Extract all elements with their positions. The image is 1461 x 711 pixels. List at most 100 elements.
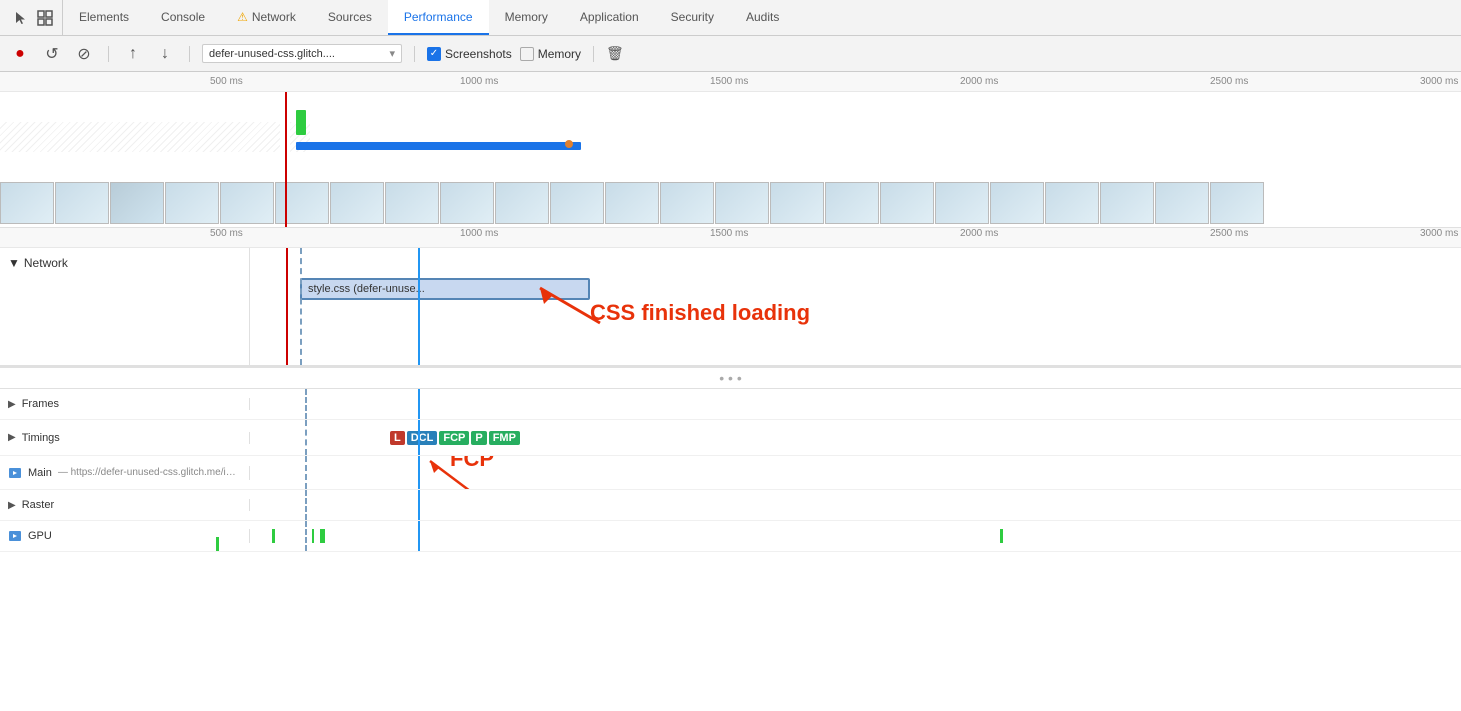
network-red-line xyxy=(286,248,288,365)
screenshots-label: Screenshots xyxy=(445,47,512,61)
badge-fmp[interactable]: FMP xyxy=(489,431,520,445)
tick-2500ms: 2500 ms xyxy=(1210,76,1248,87)
tab-console[interactable]: Console xyxy=(145,0,221,35)
frames-label[interactable]: ▶ Frames xyxy=(0,398,250,410)
track-timings: ▶ Timings L DCL FCP P FMP xyxy=(0,420,1461,456)
memory-checkbox[interactable] xyxy=(520,47,534,61)
css-annotation-text: CSS finished loading xyxy=(590,300,810,326)
tab-performance[interactable]: Performance xyxy=(388,0,489,35)
frames-expand-icon[interactable]: ▶ xyxy=(8,399,16,410)
gpu-tick-label xyxy=(216,537,219,551)
badge-fcp[interactable]: FCP xyxy=(439,431,469,445)
screenshots-checkbox-wrapper[interactable]: ✓ Screenshots xyxy=(427,47,512,61)
tab-audits[interactable]: Audits xyxy=(730,0,795,35)
gpu-tick-1 xyxy=(272,529,275,543)
cursor-icon[interactable] xyxy=(12,9,30,27)
raster-content xyxy=(250,490,1461,520)
download-button[interactable]: ↓ xyxy=(153,42,177,66)
main-dashed-line xyxy=(305,456,307,489)
clear-button[interactable]: 🗑 xyxy=(606,45,624,62)
memory-checkbox-wrapper[interactable]: Memory xyxy=(520,47,581,61)
raster-expand-icon[interactable]: ▶ xyxy=(8,500,16,511)
raster-label[interactable]: ▶ Raster xyxy=(0,499,250,511)
main-detail-text: — https://defer-unused-css.glitch.me/ind… xyxy=(58,467,241,478)
raster-dashed-line xyxy=(305,490,307,520)
dots-separator: • • • xyxy=(0,368,1461,389)
gpu-tick-3 xyxy=(320,529,325,543)
url-display[interactable]: defer-unused-css.glitch.... ▾ xyxy=(202,44,402,63)
timings-expand-icon[interactable]: ▶ xyxy=(8,432,16,443)
timings-blue-cursor xyxy=(418,420,420,455)
tab-elements[interactable]: Elements xyxy=(63,0,145,35)
tab-memory[interactable]: Memory xyxy=(489,0,564,35)
warning-icon: ⚠ xyxy=(237,10,248,24)
upload-button[interactable]: ↑ xyxy=(121,42,145,66)
network-section: ▼ Network style.css (defer-unuse... xyxy=(0,248,1461,368)
network-label-text: Network xyxy=(24,256,68,270)
url-text: defer-unused-css.glitch.... xyxy=(209,48,385,60)
divider4 xyxy=(593,46,594,62)
tick-1000ms: 1000 ms xyxy=(460,76,498,87)
timings-label-text: Timings xyxy=(22,432,60,444)
css-file-bar[interactable]: style.css (defer-unuse... xyxy=(300,278,590,300)
fcp-arrow xyxy=(410,456,510,489)
raster-label-text: Raster xyxy=(22,499,54,511)
gpu-label-text: GPU xyxy=(28,530,52,542)
badge-p[interactable]: P xyxy=(471,431,486,445)
memory-label: Memory xyxy=(538,47,581,61)
gpu-tick-4 xyxy=(1000,529,1003,543)
divider2 xyxy=(189,46,190,62)
raster-blue-cursor xyxy=(418,490,420,520)
gpu-tick-2 xyxy=(312,529,314,543)
tab-security[interactable]: Security xyxy=(655,0,730,35)
timings-content: L DCL FCP P FMP xyxy=(250,420,1461,455)
tick-500ms: 500 ms xyxy=(210,76,243,87)
timeline-overview[interactable]: 500 ms 1000 ms 1500 ms 2000 ms 2500 ms 3… xyxy=(0,72,1461,227)
screenshots-checkbox[interactable]: ✓ xyxy=(427,47,441,61)
tab-application[interactable]: Application xyxy=(564,0,655,35)
frames-label-text: Frames xyxy=(22,398,59,410)
css-file-label: style.css (defer-unuse... xyxy=(308,283,425,295)
tab-sources[interactable]: Sources xyxy=(312,0,388,35)
main-content: 500 ms 1000 ms 1500 ms 2000 ms 2500 ms 3… xyxy=(0,72,1461,711)
toolbar: ● ↺ ⊘ ↑ ↓ defer-unused-css.glitch.... ▾ … xyxy=(0,36,1461,72)
network-chart-area: style.css (defer-unuse... CSS finished l… xyxy=(250,248,1461,365)
frames-dashed-line xyxy=(305,389,307,419)
dropdown-arrow-icon: ▾ xyxy=(389,47,395,60)
timings-dashed-line xyxy=(305,420,307,455)
green-bar xyxy=(296,110,306,135)
divider xyxy=(108,46,109,62)
frames-blue-cursor xyxy=(418,389,420,419)
lower-tick-3000ms: 3000 ms xyxy=(1420,228,1458,239)
network-blue-cursor xyxy=(418,248,420,365)
track-gpu: GPU xyxy=(0,521,1461,552)
main-icon xyxy=(8,466,22,480)
network-expand-icon[interactable]: ▼ xyxy=(8,256,20,270)
track-main: Main — https://defer-unused-css.glitch.m… xyxy=(0,456,1461,490)
timeline-lower-ruler: 500 ms 1000 ms 1500 ms 2000 ms 2500 ms 3… xyxy=(0,228,1461,248)
reload-button[interactable]: ↺ xyxy=(40,42,64,66)
tab-network[interactable]: ⚠ Network xyxy=(221,0,312,35)
main-label-text: Main xyxy=(28,467,52,479)
gpu-dashed-line xyxy=(305,521,307,551)
badge-dcl[interactable]: DCL xyxy=(407,431,438,445)
timeline-ruler-top: 500 ms 1000 ms 1500 ms 2000 ms 2500 ms 3… xyxy=(0,72,1461,92)
track-raster: ▶ Raster xyxy=(0,490,1461,521)
tick-3000ms: 3000 ms xyxy=(1420,76,1458,87)
badge-l[interactable]: L xyxy=(390,431,405,445)
divider3 xyxy=(414,46,415,62)
stop-button[interactable]: ⊘ xyxy=(72,42,96,66)
gpu-label[interactable]: GPU xyxy=(0,529,250,543)
frames-content xyxy=(250,389,1461,419)
timings-label[interactable]: ▶ Timings xyxy=(0,432,250,444)
inspect-icon[interactable] xyxy=(36,9,54,27)
lower-tick-2500ms: 2500 ms xyxy=(1210,228,1248,239)
timeline-canvas[interactable] xyxy=(0,92,1461,227)
main-label[interactable]: Main — https://defer-unused-css.glitch.m… xyxy=(0,466,250,480)
lower-tick-1500ms: 1500 ms xyxy=(710,228,748,239)
lower-tick-500ms: 500 ms xyxy=(210,228,243,239)
red-timeline-marker xyxy=(285,92,287,227)
main-content: FCP xyxy=(250,456,1461,489)
timeline-tracks: ▶ Frames ▶ Timings xyxy=(0,389,1461,711)
record-button[interactable]: ● xyxy=(8,42,32,66)
